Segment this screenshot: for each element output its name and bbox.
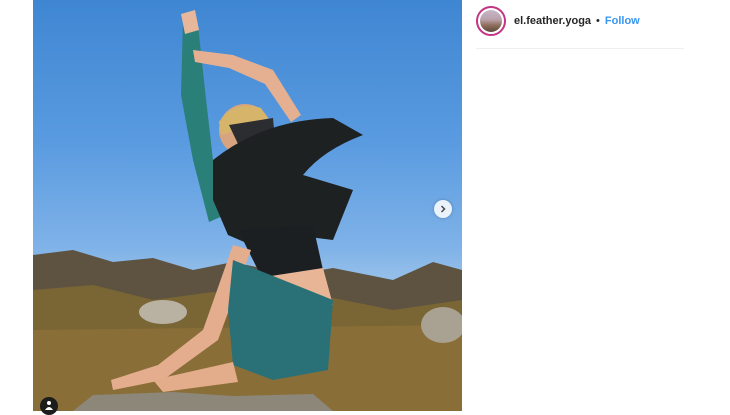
rock [139,300,187,324]
chevron-right-icon [439,200,447,218]
post-image[interactable] [33,0,462,411]
post-header: el.feather.yoga • Follow [476,4,640,38]
separator-dot: • [596,15,600,27]
avatar-image [480,10,502,32]
avatar[interactable] [476,6,506,36]
follow-button[interactable]: Follow [605,15,640,27]
header-divider [476,48,684,49]
foreground-rock [73,392,333,411]
post-photo [33,10,462,411]
user-tag-icon[interactable] [40,397,58,415]
next-image-button[interactable] [434,200,452,218]
username-link[interactable]: el.feather.yoga [514,15,591,27]
